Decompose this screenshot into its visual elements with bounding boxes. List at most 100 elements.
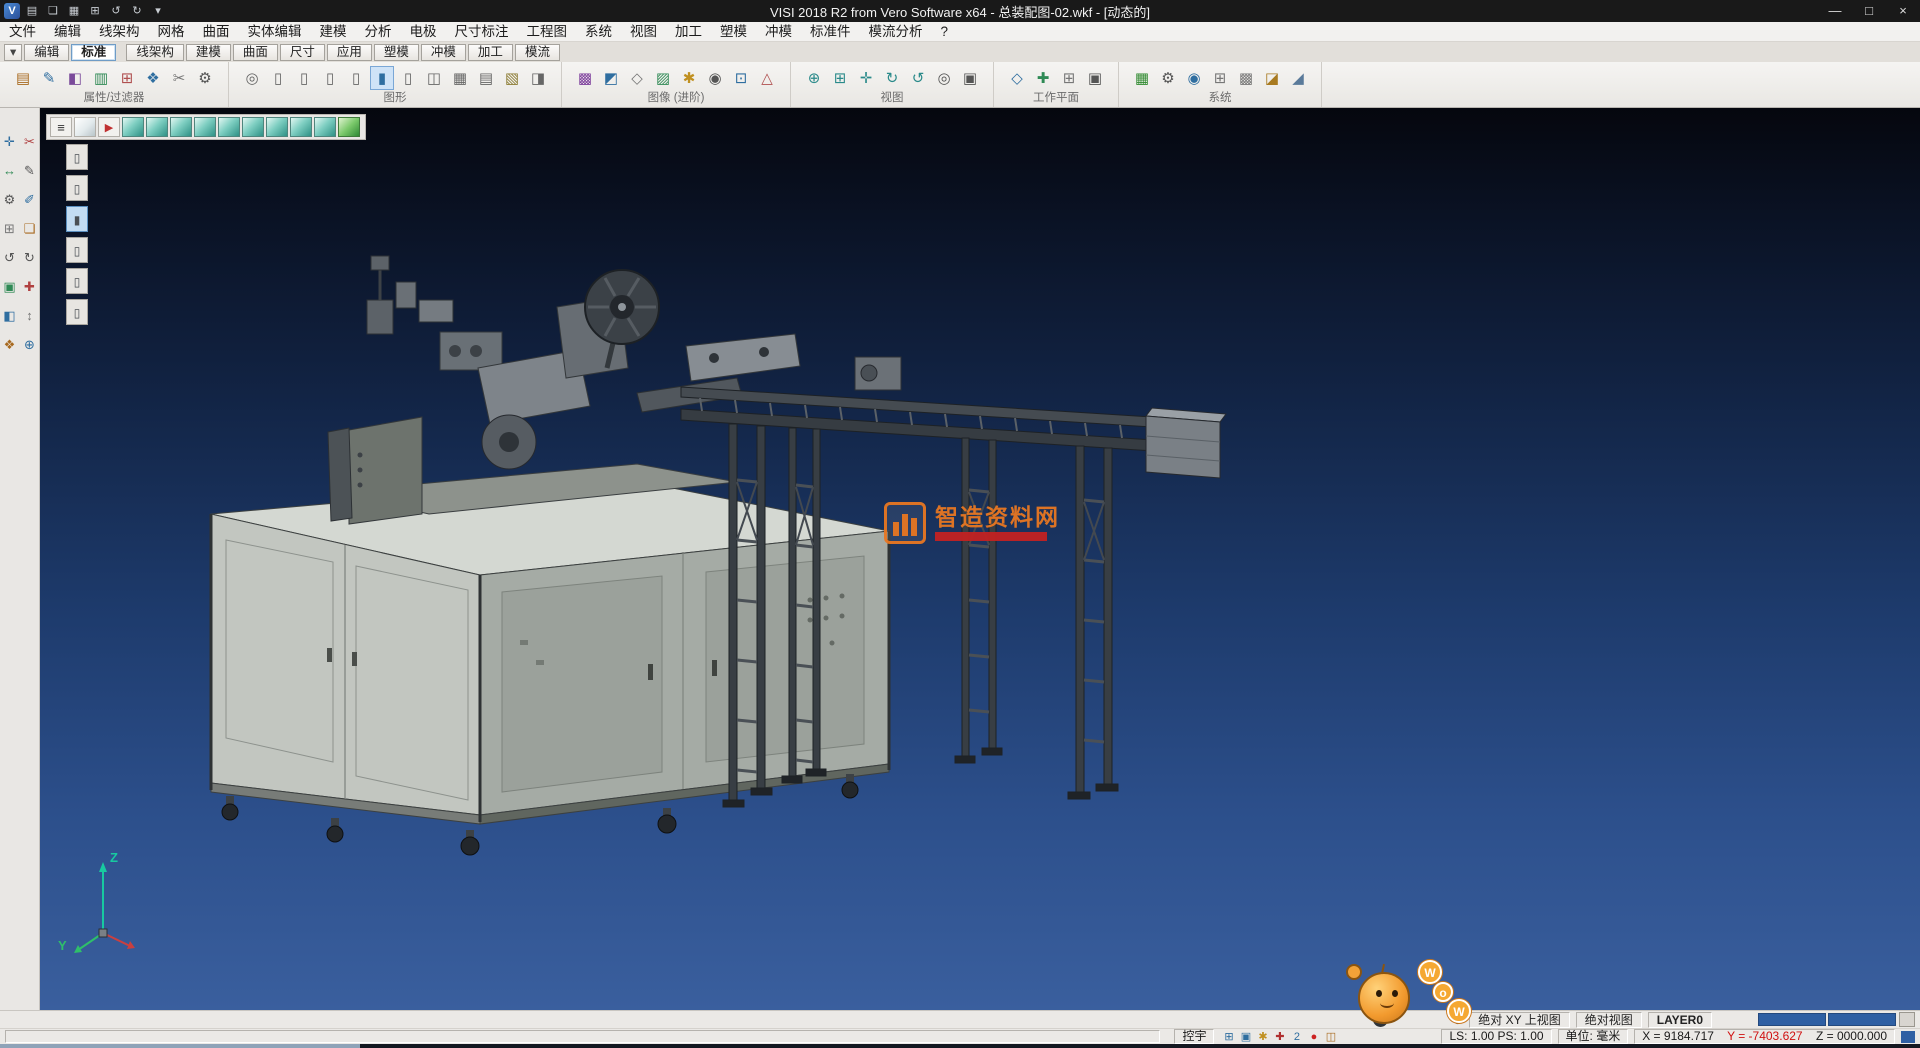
pointer-select-icon[interactable]: ▶ [98,117,120,137]
hatch-style-icon[interactable]: ▦ [448,66,472,90]
iso-view-2-icon[interactable] [146,117,168,137]
menu-item-2[interactable]: 线架构 [90,22,149,41]
menu-item-1[interactable]: 编辑 [45,22,90,41]
red-dot-icon[interactable]: ● [1305,1030,1322,1044]
color-filter-icon[interactable]: ⊞ [115,66,139,90]
pan-icon[interactable]: ✛ [854,66,878,90]
tab-线架构[interactable]: 线架构 [126,44,184,61]
pen-icon[interactable]: ✐ [22,192,38,208]
rotate-view-icon[interactable]: ↻ [880,66,904,90]
erase-filter-icon[interactable]: ✂ [167,66,191,90]
previous-view-icon[interactable]: ↺ [906,66,930,90]
close-button[interactable]: × [1886,0,1920,22]
line-style-icon[interactable]: ▯ [266,66,290,90]
view-settings-icon[interactable]: ▣ [958,66,982,90]
move-icon[interactable]: ↔ [2,163,18,179]
properties-icon[interactable]: ▤ [11,66,35,90]
shade-icon[interactable]: ▣ [2,279,18,295]
view-ref-field[interactable]: 绝对视图 [1576,1012,1642,1028]
iso-view-3-icon[interactable] [170,117,192,137]
new-file-icon[interactable]: ▤ [23,3,41,19]
tab-dropdown[interactable]: ▾ [4,44,22,61]
align-workplane-icon[interactable]: ⊞ [1057,66,1081,90]
advanced-image-icon[interactable]: △ [755,66,779,90]
wireframe-cube-icon[interactable] [74,117,96,137]
layer-field[interactable]: LAYER0 [1648,1012,1712,1028]
face-style-icon[interactable]: ◫ [422,66,446,90]
element-filter-icon[interactable]: ❖ [141,66,165,90]
tab-应用[interactable]: 应用 [327,44,372,61]
point-style-icon[interactable]: ◎ [240,66,264,90]
minimize-button[interactable]: — [1818,0,1852,22]
menu-item-7[interactable]: 分析 [356,22,401,41]
tab-尺寸[interactable]: 尺寸 [280,44,325,61]
pick-icon[interactable]: ✛ [2,134,18,150]
world-cs-icon[interactable]: ◉ [1182,66,1206,90]
grid-icon[interactable]: ⊞ [2,221,18,237]
sketch-icon[interactable]: ✎ [22,163,38,179]
shaded-cube-icon[interactable] [338,117,360,137]
note-pin-icon[interactable]: ▯ [66,175,88,201]
pin-toggle-icon[interactable]: ✚ [1271,1030,1288,1044]
menu-item-11[interactable]: 系统 [576,22,621,41]
iso-view-9-icon[interactable] [314,117,336,137]
trim-icon[interactable]: ✂ [22,134,38,150]
view-list-icon[interactable]: ≡ [50,117,72,137]
grid-settings-icon[interactable]: ⊞ [1208,66,1232,90]
iso-view-8-icon[interactable] [290,117,312,137]
render-mode-icon[interactable]: ▩ [573,66,597,90]
menu-item-17[interactable]: 模流分析 [860,22,932,41]
menu-item-9[interactable]: 尺寸标注 [446,22,518,41]
stretch-icon[interactable]: ↕ [22,308,38,324]
texture-style-icon[interactable]: ◨ [526,66,550,90]
tab-曲面[interactable]: 曲面 [233,44,278,61]
undo-icon[interactable]: ↺ [107,3,125,19]
tab-冲模[interactable]: 冲模 [421,44,466,61]
maximize-button[interactable]: □ [1852,0,1886,22]
tab-加工[interactable]: 加工 [468,44,513,61]
tab-标准[interactable]: 标准 [71,44,116,61]
shade-style-icon[interactable]: ▧ [500,66,524,90]
new-workplane-icon[interactable]: ✚ [1031,66,1055,90]
mesh-style-icon[interactable]: ▯ [396,66,420,90]
render-toggle-icon[interactable]: ✱ [1254,1030,1271,1044]
bar-style-icon[interactable]: ▯ [344,66,368,90]
zoom-all-icon[interactable]: ⊕ [802,66,826,90]
zoom-window-icon[interactable]: ⊞ [828,66,852,90]
3d-viewport[interactable] [40,108,1920,1010]
workplane-manager-icon[interactable]: ▣ [1083,66,1107,90]
menu-item-13[interactable]: 加工 [666,22,711,41]
visi-logo-icon[interactable]: V [4,3,20,19]
lighting-icon[interactable]: ✱ [677,66,701,90]
print-icon[interactable]: ⊞ [86,3,104,19]
redo-icon[interactable]: ↻ [128,3,146,19]
two-badge-icon[interactable]: 2 [1288,1030,1305,1044]
pattern-style-icon[interactable]: ▤ [474,66,498,90]
menu-item-5[interactable]: 实体编辑 [239,22,311,41]
dynamic-view-icon[interactable]: ◎ [932,66,956,90]
iso-view-7-icon[interactable] [266,117,288,137]
menu-item-6[interactable]: 建模 [311,22,356,41]
material-icon[interactable]: ◪ [1260,66,1284,90]
hidden-line-icon[interactable]: ▨ [651,66,675,90]
snapshot-icon[interactable]: ⊡ [729,66,753,90]
units-field[interactable]: 单位: 毫米 [1558,1029,1629,1044]
redo-icon[interactable]: ↻ [22,250,38,266]
system-settings-icon[interactable]: ⚙ [1156,66,1180,90]
bookmark-icon[interactable]: ▯ [66,299,88,325]
menu-item-12[interactable]: 视图 [621,22,666,41]
menu-item-10[interactable]: 工程图 [518,22,577,41]
filter-config-icon[interactable]: ⚙ [193,66,217,90]
iso-view-4-icon[interactable] [194,117,216,137]
menu-item-18[interactable]: ? [932,22,958,41]
perspective-icon[interactable]: ◉ [703,66,727,90]
solid-style-icon[interactable]: ▮ [370,66,394,90]
status-end-button[interactable] [1899,1012,1915,1027]
menu-item-15[interactable]: 冲模 [756,22,801,41]
cylinder-style-icon[interactable]: ▯ [292,66,316,90]
menu-item-3[interactable]: 网格 [149,22,194,41]
tab-编辑[interactable]: 编辑 [24,44,69,61]
active-probe-icon[interactable]: ▮ [66,206,88,232]
tab-建模[interactable]: 建模 [186,44,231,61]
screen-icon[interactable]: ▣ [1237,1030,1254,1044]
